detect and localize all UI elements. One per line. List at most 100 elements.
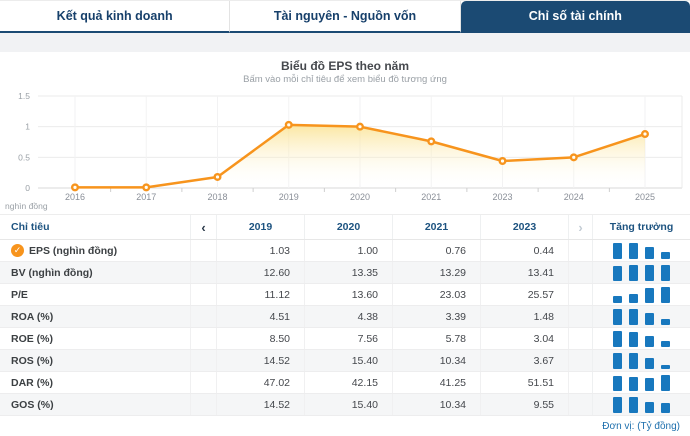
- growth-sparkline: [592, 306, 690, 327]
- table-row[interactable]: BV (nghìn đồng) 12.60 13.35 13.29 13.41: [0, 262, 690, 284]
- chevron-left-icon: ‹: [201, 219, 206, 235]
- table-row[interactable]: GOS (%) 14.52 15.40 10.34 9.55: [0, 394, 690, 416]
- growth-bar: [629, 377, 638, 391]
- value-cell-2019: 47.02: [216, 372, 304, 393]
- tab-2[interactable]: Chỉ số tài chính: [460, 1, 690, 33]
- value-cell-2023: 3.67: [480, 350, 568, 371]
- metric-name: EPS (nghìn đồng): [29, 244, 118, 257]
- growth-bar: [661, 340, 670, 347]
- value-cell-2020: 13.35: [304, 262, 392, 283]
- spacer-cell: [568, 328, 592, 349]
- spacer-cell: [568, 394, 592, 415]
- eps-line-chart: 0 0.5 1 1.5 2016 2017 2018 2019 2020 2021 2023 2024…: [5, 91, 683, 211]
- spacer-cell: [190, 394, 216, 415]
- check-icon: ✓: [11, 244, 24, 257]
- growth-bar: [645, 377, 654, 391]
- value-cell-2019: 11.12: [216, 284, 304, 305]
- growth-sparkline: [592, 284, 690, 305]
- metric-name: GOS (%): [11, 398, 54, 411]
- growth-sparkline: [592, 372, 690, 393]
- metric-name: ROS (%): [11, 354, 53, 367]
- svg-text:2019: 2019: [279, 192, 299, 202]
- table-footer: Đơn vị: (Tỷ đồng): [0, 416, 690, 436]
- value-cell-2019: 4.51: [216, 306, 304, 327]
- metric-label[interactable]: ✓ EPS (nghìn đồng): [0, 240, 190, 261]
- table-row[interactable]: DAR (%) 47.02 42.15 41.25 51.51: [0, 372, 690, 394]
- value-cell-2019: 8.50: [216, 328, 304, 349]
- svg-text:2021: 2021: [421, 192, 441, 202]
- growth-bar: [629, 243, 638, 259]
- year-column-header-2021: 2021: [392, 215, 480, 239]
- value-cell-2021: 10.34: [392, 394, 480, 415]
- growth-bar: [661, 251, 670, 259]
- value-cell-2020: 15.40: [304, 350, 392, 371]
- tab-1[interactable]: Tài nguyên - Nguồn vốn: [230, 1, 461, 33]
- tab-bar: Kết quả kinh doanh Tài nguyên - Nguồn vốn…: [0, 0, 690, 33]
- svg-text:nghìn đồng: nghìn đồng: [5, 201, 48, 211]
- spacer-cell: [190, 262, 216, 283]
- value-cell-2023: 1.48: [480, 306, 568, 327]
- metric-label[interactable]: P/E: [0, 284, 190, 305]
- next-years-button[interactable]: ›: [568, 215, 592, 239]
- metric-label[interactable]: ROE (%): [0, 328, 190, 349]
- growth-bar: [629, 396, 638, 413]
- metric-label[interactable]: DAR (%): [0, 372, 190, 393]
- value-cell-2020: 1.00: [304, 240, 392, 261]
- table-row[interactable]: ROE (%) 8.50 7.56 5.78 3.04: [0, 328, 690, 350]
- value-cell-2019: 14.52: [216, 350, 304, 371]
- growth-sparkline: [592, 394, 690, 415]
- spacer-cell: [568, 306, 592, 327]
- growth-bar: [629, 352, 638, 369]
- spacer-cell: [568, 240, 592, 261]
- growth-bar: [661, 374, 670, 391]
- metric-label[interactable]: ROA (%): [0, 306, 190, 327]
- chart-subtitle: Bấm vào mỗi chỉ tiêu để xem biểu đồ tươn…: [243, 74, 447, 85]
- metric-column-header: Chỉ tiêu: [11, 221, 50, 233]
- growth-sparkline: [592, 262, 690, 283]
- metric-name: ROA (%): [11, 310, 54, 323]
- growth-bar: [613, 308, 622, 325]
- growth-bar: [661, 402, 670, 413]
- value-cell-2019: 12.60: [216, 262, 304, 283]
- year-column-header-2020: 2020: [304, 215, 392, 239]
- svg-text:2018: 2018: [207, 192, 227, 202]
- growth-bar: [629, 309, 638, 325]
- value-cell-2023: 3.04: [480, 328, 568, 349]
- growth-sparkline: [592, 350, 690, 371]
- svg-text:2024: 2024: [564, 192, 584, 202]
- metric-label[interactable]: GOS (%): [0, 394, 190, 415]
- spacer-cell: [568, 372, 592, 393]
- growth-sparkline: [592, 328, 690, 349]
- table-header: Chỉ tiêu ‹ 2019 2020 2021 2023 › Tăng tr…: [0, 214, 690, 240]
- metrics-table: ✓ EPS (nghìn đồng) 1.03 1.00 0.76 0.44 BV (ngh…: [0, 240, 690, 416]
- value-cell-2020: 42.15: [304, 372, 392, 393]
- chevron-right-icon: ›: [578, 219, 583, 235]
- table-row[interactable]: ROA (%) 4.51 4.38 3.39 1.48: [0, 306, 690, 328]
- value-cell-2021: 5.78: [392, 328, 480, 349]
- spacer-cell: [190, 328, 216, 349]
- year-column-header-2019: 2019: [216, 215, 304, 239]
- value-cell-2023: 13.41: [480, 262, 568, 283]
- value-cell-2023: 0.44: [480, 240, 568, 261]
- table-row[interactable]: ROS (%) 14.52 15.40 10.34 3.67: [0, 350, 690, 372]
- prev-years-button[interactable]: ‹: [190, 215, 216, 239]
- table-row[interactable]: P/E 11.12 13.60 23.03 25.57: [0, 284, 690, 306]
- table-row[interactable]: ✓ EPS (nghìn đồng) 1.03 1.00 0.76 0.44: [0, 240, 690, 262]
- spacer-cell: [190, 350, 216, 371]
- growth-column-header: Tăng trưởng: [592, 215, 690, 239]
- growth-bar: [661, 319, 670, 325]
- metric-label[interactable]: BV (nghìn đồng): [0, 262, 190, 283]
- spacer-cell: [190, 372, 216, 393]
- value-cell-2021: 10.34: [392, 350, 480, 371]
- metric-label[interactable]: ROS (%): [0, 350, 190, 371]
- spacer-cell: [568, 350, 592, 371]
- growth-bar: [645, 335, 654, 347]
- value-cell-2021: 3.39: [392, 306, 480, 327]
- tab-0[interactable]: Kết quả kinh doanh: [0, 1, 231, 33]
- growth-bar: [613, 353, 622, 369]
- growth-bar: [661, 264, 670, 281]
- value-cell-2023: 51.51: [480, 372, 568, 393]
- growth-bar: [629, 294, 638, 303]
- value-cell-2023: 9.55: [480, 394, 568, 415]
- value-cell-2021: 13.29: [392, 262, 480, 283]
